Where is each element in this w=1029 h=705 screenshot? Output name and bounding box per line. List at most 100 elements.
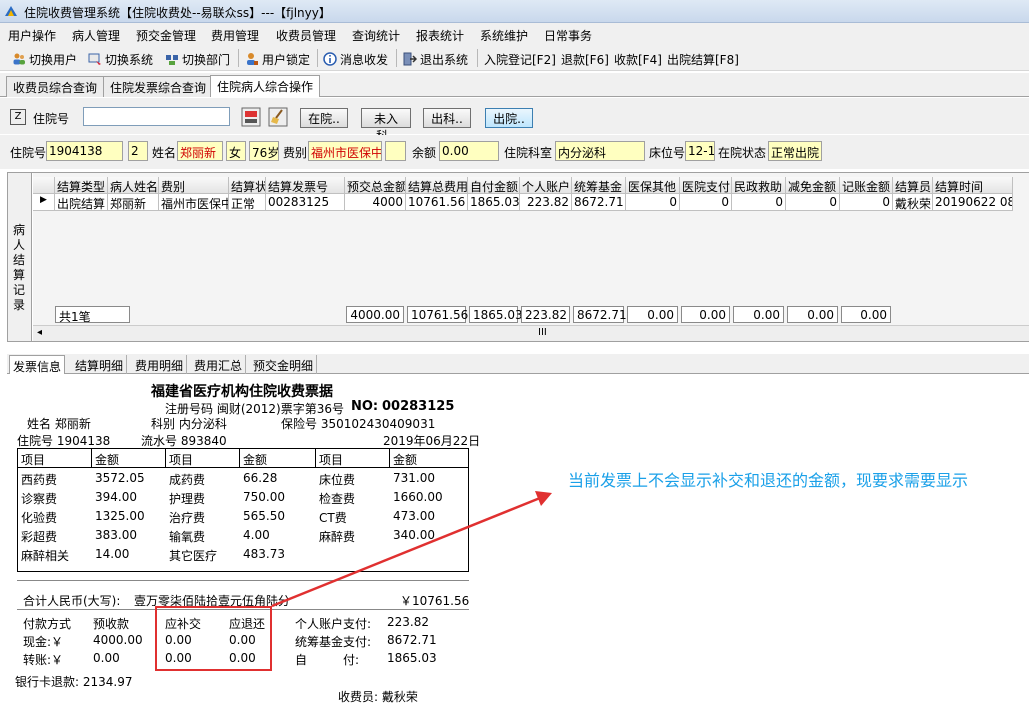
receipt-item-amount: 1325.00: [95, 509, 145, 523]
tab-fee-summary[interactable]: 费用汇总: [191, 355, 247, 374]
receipt-item-amount: 473.00: [393, 509, 435, 523]
switch-system-button[interactable]: 切换系统: [88, 50, 153, 68]
column-header-insurance-other[interactable]: 医保其他: [626, 177, 680, 194]
dept-field[interactable]: 内分泌科: [555, 141, 645, 161]
cell-prepay-total[interactable]: 4000: [345, 194, 406, 211]
z-button[interactable]: Z: [10, 109, 26, 125]
message-button[interactable]: 消息收发: [323, 50, 388, 68]
menu-report[interactable]: 报表统计: [416, 27, 464, 44]
receipt-item-name: 成药费: [169, 473, 206, 487]
column-header-fee-type[interactable]: 费别: [159, 177, 229, 194]
admission-button[interactable]: 入院登记[F2]: [484, 50, 556, 68]
menu-user-ops[interactable]: 用户操作: [8, 27, 56, 44]
column-header-pooled-fund[interactable]: 统筹基金: [572, 177, 626, 194]
inpatient-number-input[interactable]: [83, 107, 230, 126]
menu-patient[interactable]: 病人管理: [72, 27, 120, 44]
switch-dept-button[interactable]: 切换部门: [165, 50, 230, 68]
tab-invoice-info[interactable]: 发票信息: [9, 355, 66, 374]
column-header-settle-time[interactable]: 结算时间: [933, 177, 1013, 194]
scroll-thumb[interactable]: III: [538, 327, 547, 338]
refund-button[interactable]: 退款[F6]: [561, 50, 609, 68]
cell-self-pay[interactable]: 1865.03: [468, 194, 520, 211]
switch-user-button[interactable]: 切换用户: [12, 50, 77, 68]
receipt-divider: [17, 580, 469, 581]
tab-invoice-query[interactable]: 住院发票综合查询: [103, 76, 214, 97]
in-hospital-button[interactable]: 在院..: [300, 108, 348, 128]
user-lock-button[interactable]: 用户锁定: [245, 50, 310, 68]
menu-cashier[interactable]: 收费员管理: [276, 27, 336, 44]
cell-settle-total[interactable]: 10761.56: [406, 194, 468, 211]
status-field[interactable]: 正常出院: [768, 141, 822, 161]
tab-cashier-query[interactable]: 收费员综合查询: [6, 76, 105, 97]
menu-system[interactable]: 系统维护: [480, 27, 528, 44]
total-settle-total: 10761.56: [407, 306, 468, 323]
discharged-button[interactable]: 出院..: [485, 108, 533, 128]
menu-fees[interactable]: 费用管理: [211, 27, 259, 44]
column-header-account-amount[interactable]: 记账金额: [840, 177, 893, 194]
bed-field[interactable]: 12-12: [685, 141, 715, 161]
window-title: 住院收费管理系统【住院收费处--易联众ss】---【fjlnyy】: [24, 6, 331, 20]
tab-settle-detail[interactable]: 结算明细: [72, 355, 128, 374]
column-header-hospital-pay[interactable]: 医院支付: [680, 177, 732, 194]
patient-sex-field[interactable]: 女: [226, 141, 246, 161]
cell-personal-account[interactable]: 223.82: [520, 194, 572, 211]
discharge-settle-button[interactable]: 出院结算[F8]: [667, 50, 739, 68]
patient-name-field[interactable]: 郑丽新: [177, 141, 223, 161]
card-reader-icon[interactable]: [241, 107, 261, 127]
cell-hospital-pay[interactable]: 0: [680, 194, 732, 211]
not-admitted-button[interactable]: 未入科..: [361, 108, 411, 143]
receipt-item-amount: 3572.05: [95, 471, 145, 485]
column-header-prepay-total[interactable]: 预交总金额: [345, 177, 406, 194]
cell-insurance-other[interactable]: 0: [626, 194, 680, 211]
horizontal-scrollbar[interactable]: ◂ III: [33, 325, 1029, 341]
cell-settle-type[interactable]: 出院结算: [55, 194, 108, 211]
collect-button[interactable]: 收款[F4]: [614, 50, 662, 68]
search-row: Z 住院号 在院.. 未入科.. 出科.. 出院..: [0, 98, 1029, 143]
out-of-dept-button[interactable]: 出科..: [423, 108, 471, 128]
scroll-left-icon[interactable]: ◂: [37, 327, 42, 338]
receipt-header-item: 项目: [18, 449, 92, 468]
tab-prepay-detail[interactable]: 预交金明细: [250, 355, 318, 374]
column-header-personal-account[interactable]: 个人账户: [520, 177, 572, 194]
menu-prepay[interactable]: 预交金管理: [136, 27, 196, 44]
cell-account-amount[interactable]: 0: [840, 194, 893, 211]
column-header-invoice-no[interactable]: 结算发票号: [266, 177, 345, 194]
cell-settle-status[interactable]: 正常: [229, 194, 266, 211]
patient-age-field[interactable]: 76岁: [249, 141, 279, 161]
tab-fee-detail[interactable]: 费用明细: [132, 355, 188, 374]
column-header-patient-name[interactable]: 病人姓名: [108, 177, 159, 194]
clear-broom-icon[interactable]: [268, 107, 288, 127]
patient-id-field[interactable]: 1904138: [46, 141, 123, 161]
switch-system-label: 切换系统: [105, 52, 154, 67]
cell-reduction[interactable]: 0: [786, 194, 840, 211]
fee-type-extra-field[interactable]: [385, 141, 406, 161]
column-header-civil-aid[interactable]: 民政救助: [732, 177, 786, 194]
cell-patient-name[interactable]: 郑丽新: [108, 194, 159, 211]
cell-civil-aid[interactable]: 0: [732, 194, 786, 211]
column-header-reduction[interactable]: 减免金额: [786, 177, 840, 194]
tab-patient-ops[interactable]: 住院病人综合操作: [210, 75, 321, 97]
pay-method-label: 付款方式: [23, 617, 72, 631]
cell-invoice-no[interactable]: 00283125: [266, 194, 345, 211]
self-pay-label: 自 付:: [295, 653, 360, 667]
receipt-items-table: 项目 金额 项目 金额 项目 金额 西药费 3572.05 成药费 66.28 床位费 731.00 诊…: [17, 448, 469, 572]
column-header-settle-status[interactable]: 结算状: [229, 177, 266, 194]
column-header-cashier[interactable]: 结算员: [893, 177, 933, 194]
admission-times-field[interactable]: 2: [128, 141, 148, 161]
balance-field[interactable]: 0.00: [439, 141, 499, 161]
menu-daily[interactable]: 日常事务: [544, 27, 592, 44]
total-label: 合计人民币(大写):: [23, 594, 121, 608]
column-header-settle-type[interactable]: 结算类型: [55, 177, 108, 194]
receipt-item-name: 诊察费: [21, 492, 58, 506]
column-header-self-pay[interactable]: 自付金额: [468, 177, 520, 194]
receipt-date: 2019年06月22日: [383, 434, 481, 448]
fee-type-field[interactable]: 福州市医保中: [308, 141, 382, 161]
balance-label: 余额: [412, 146, 437, 160]
column-header-settle-total[interactable]: 结算总费用: [406, 177, 468, 194]
cell-settle-time[interactable]: 20190622 08:19: [933, 194, 1013, 211]
exit-button[interactable]: 退出系统: [403, 50, 468, 68]
cell-fee-type[interactable]: 福州市医保中: [159, 194, 229, 211]
cell-cashier[interactable]: 戴秋荣: [893, 194, 933, 211]
cell-pooled-fund[interactable]: 8672.71: [572, 194, 626, 211]
menu-query[interactable]: 查询统计: [352, 27, 400, 44]
